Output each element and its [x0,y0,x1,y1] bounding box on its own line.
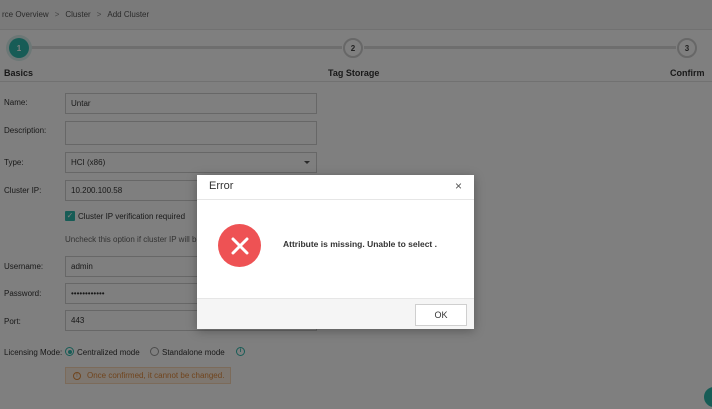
error-x-icon [218,224,261,267]
dialog-body: Attribute is missing. Unable to select . [197,200,474,299]
dialog-footer: OK [197,298,474,329]
dialog-header: Error × [197,175,474,200]
close-icon[interactable]: × [455,179,462,193]
error-x-glyph [231,237,248,254]
ok-button[interactable]: OK [415,304,467,326]
error-dialog: Error × Attribute is missing. Unable to … [197,175,474,329]
dialog-title: Error [209,180,234,192]
error-message: Attribute is missing. Unable to select . [283,239,437,249]
